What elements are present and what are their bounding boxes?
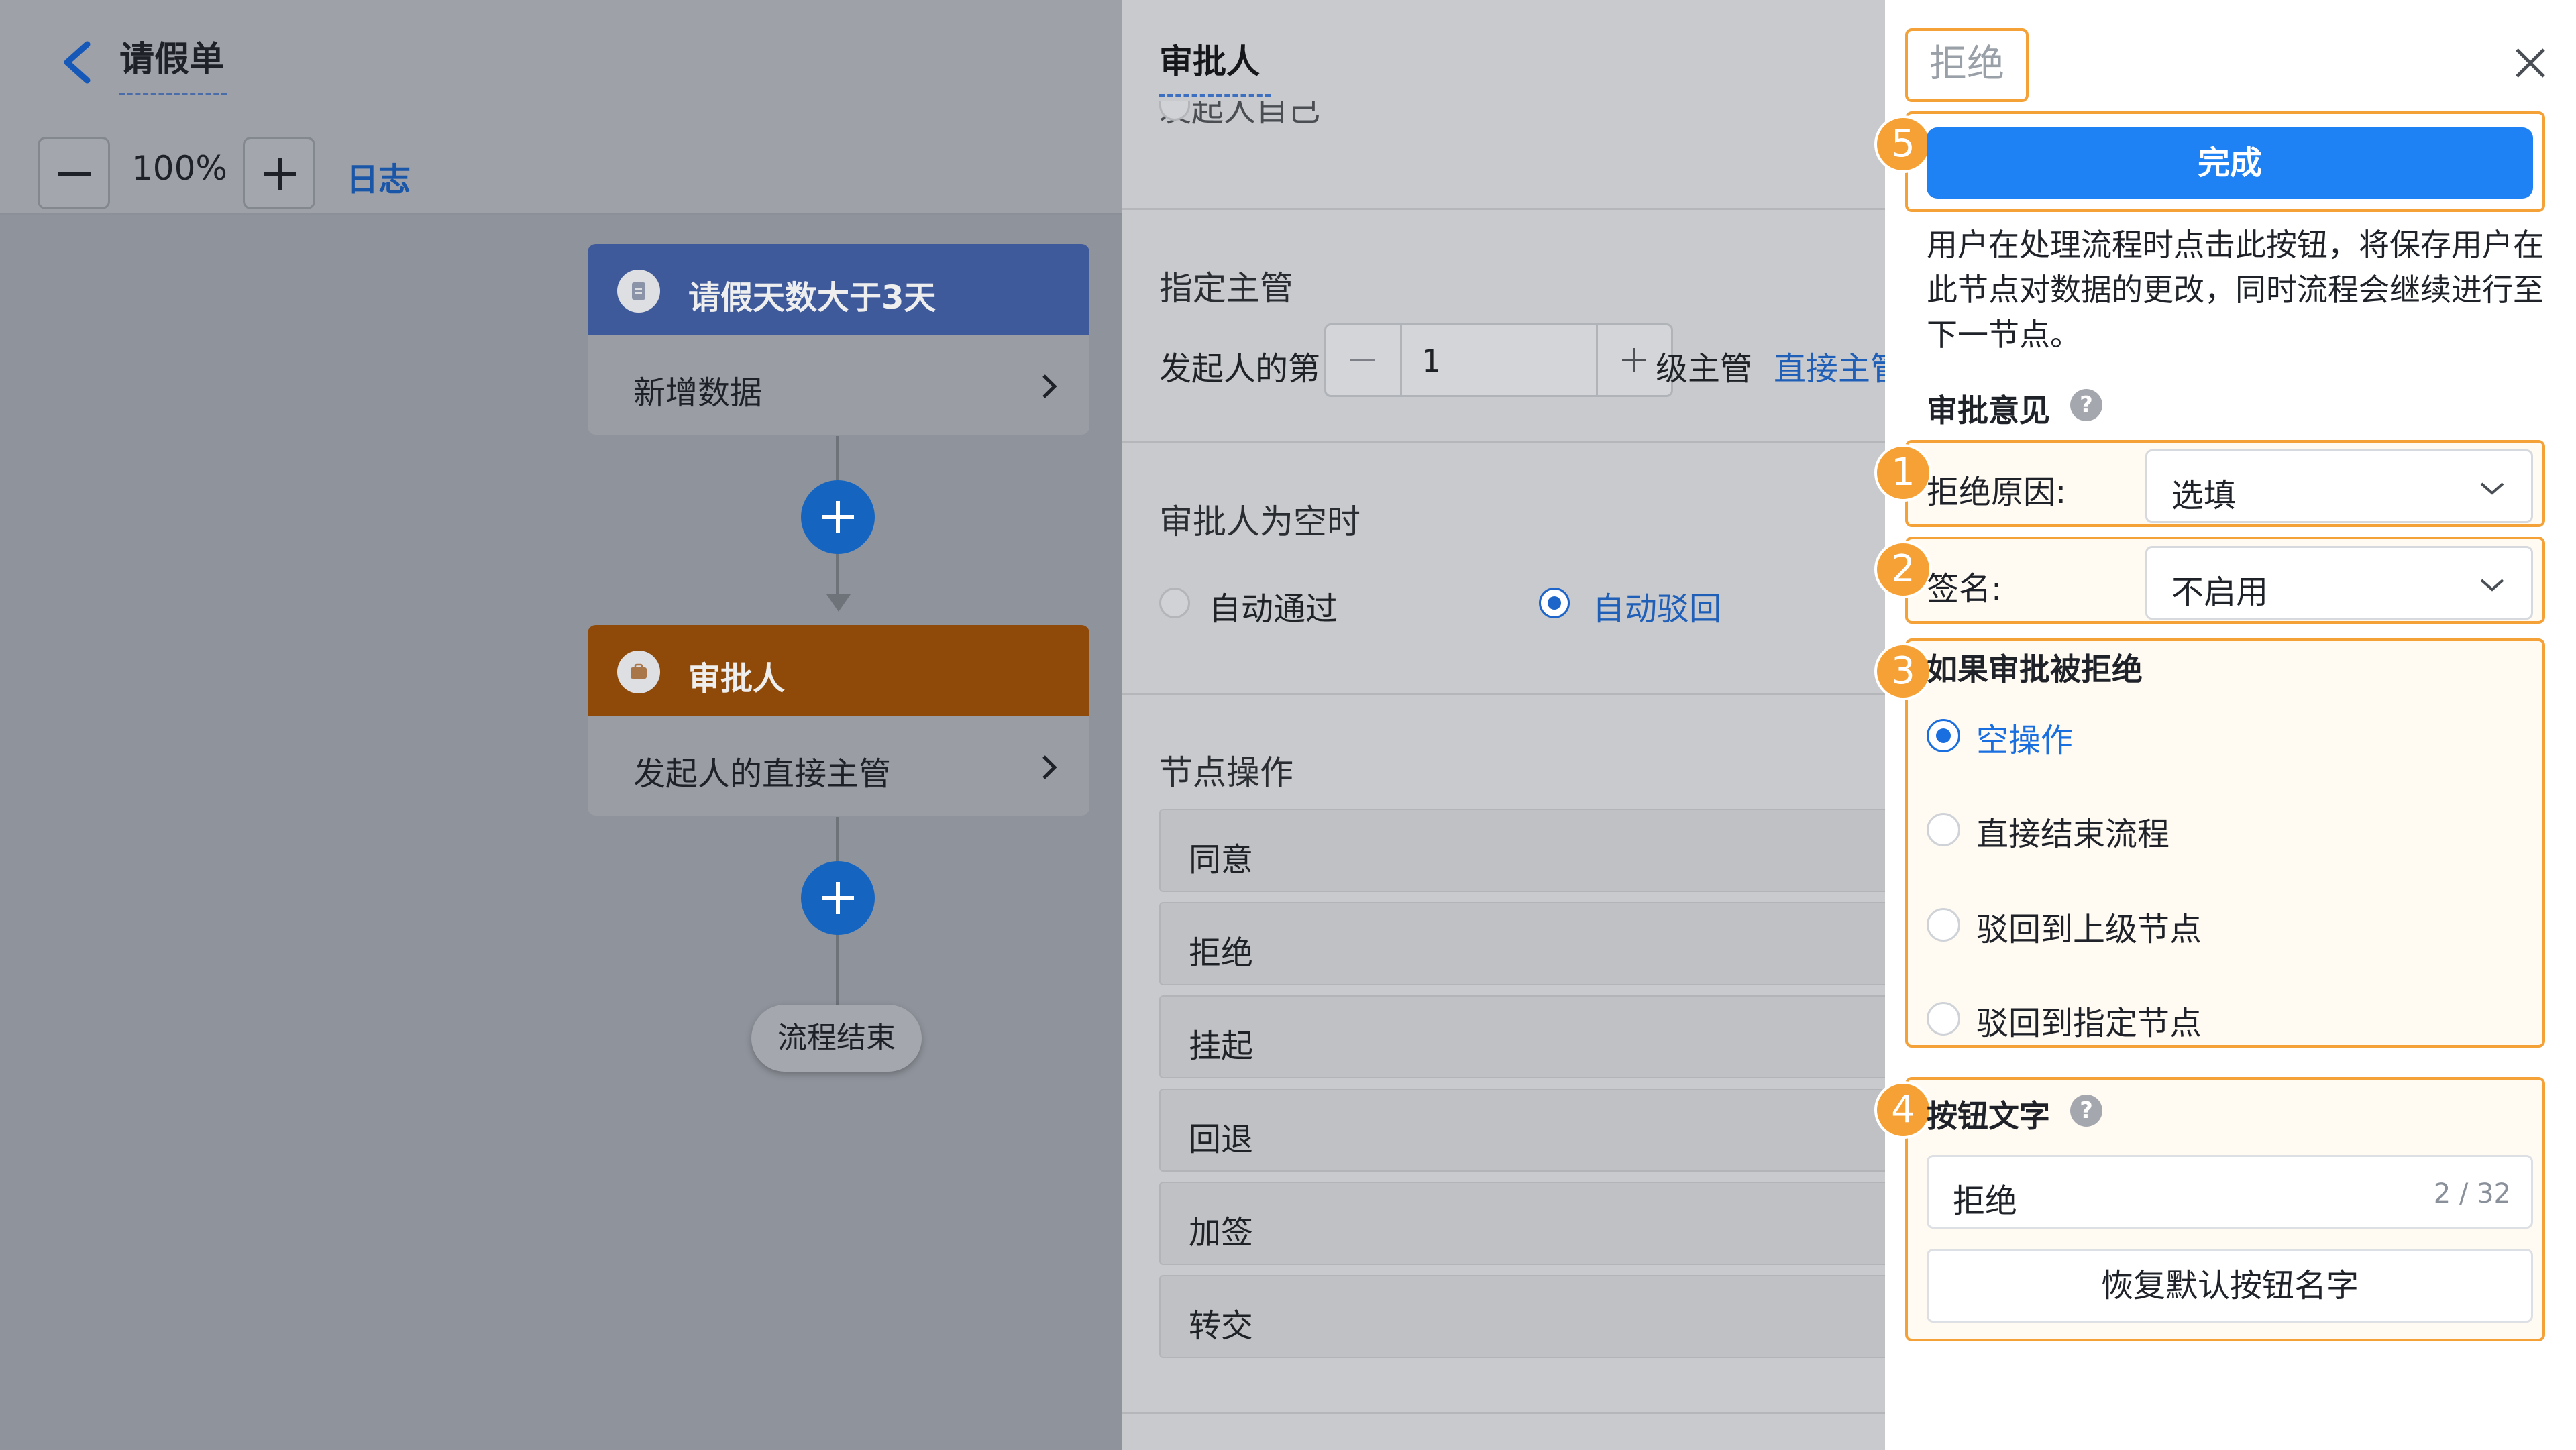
supervisor-prefix: 发起人的第 <box>1159 350 1321 388</box>
help-icon[interactable]: ? <box>2070 1095 2102 1127</box>
radio-end-flow[interactable] <box>1927 813 1960 846</box>
supervisor-suffix: 级主管 <box>1656 350 1753 388</box>
button-text-input[interactable]: 拒绝 2 / 32 <box>1927 1155 2533 1229</box>
operation-row[interactable]: 挂起 <box>1159 995 1885 1078</box>
stepper-divider <box>1400 325 1402 395</box>
node-body-label: 新增数据 <box>633 374 763 412</box>
flow-node-approver[interactable]: 审批人 发起人的直接主管 <box>588 625 1089 816</box>
arrow-down-icon <box>826 594 851 612</box>
button-text-value: 拒绝 <box>1953 1182 2018 1220</box>
done-description: 用户在处理流程时点击此按钮，将保存用户在此节点对数据的更改，同时流程会继续进行至… <box>1927 227 2544 353</box>
approver-icon <box>617 651 660 693</box>
node-title: 审批人 <box>688 660 786 698</box>
minus-icon <box>1350 359 1375 361</box>
node-body[interactable]: 发起人的直接主管 <box>588 716 1089 816</box>
operation-row[interactable]: 同意 <box>1159 809 1885 892</box>
operation-row[interactable]: 加签 <box>1159 1182 1885 1265</box>
approver-settings-panel: 审批人 发起人自己 指定主管 发起人的第 1 级主管 直接主管 审批人为空时 自… <box>1122 0 1885 1450</box>
radio-no-op[interactable] <box>1927 719 1960 752</box>
zoom-out-button[interactable] <box>38 137 110 209</box>
section-ops-title: 节点操作 <box>1159 753 1293 792</box>
char-count: 2 / 32 <box>2433 1178 2511 1209</box>
chevron-right-icon <box>1042 374 1057 398</box>
step-badge-1: 1 <box>1874 444 1932 502</box>
panel-title: 审批人 <box>1159 42 1260 81</box>
signature-select[interactable]: 不启用 <box>2145 546 2533 620</box>
plus-icon <box>822 501 854 533</box>
reject-reason-label: 拒绝原因: <box>1927 473 2067 511</box>
signature-value: 不启用 <box>2171 573 2269 611</box>
section-empty-title: 审批人为空时 <box>1159 502 1360 541</box>
step-badge-3: 3 <box>1874 643 1932 700</box>
node-header: 请假天数大于3天 <box>588 244 1089 335</box>
reject-reason-value: 选填 <box>2171 477 2237 514</box>
step-badge-4: 4 <box>1874 1081 1932 1139</box>
chevron-right-icon <box>1042 755 1057 779</box>
section-supervisor-title: 指定主管 <box>1159 269 1293 308</box>
zoom-level: 100% <box>131 149 227 188</box>
radio-auto-reject[interactable] <box>1539 588 1570 618</box>
back-arrow-icon[interactable] <box>58 39 98 86</box>
add-node-button[interactable] <box>801 861 875 935</box>
flow-node-condition[interactable]: 请假天数大于3天 新增数据 <box>588 244 1089 435</box>
radio-auto-pass[interactable] <box>1159 588 1190 618</box>
divider <box>1122 441 1885 443</box>
zoom-in-button[interactable] <box>243 137 315 209</box>
page-title: 请假单 <box>119 40 225 80</box>
log-link[interactable]: 日志 <box>346 153 411 200</box>
end-flow-label[interactable]: 直接结束流程 <box>1976 807 2169 854</box>
plus-icon <box>1622 348 1646 372</box>
node-header: 审批人 <box>588 625 1089 716</box>
flow-canvas: 请假单 100% 日志 请假天数大于3天 新增数据 审批人 发起人的直接主管 流… <box>0 0 1122 1450</box>
button-tab-reject[interactable]: 拒绝 <box>1905 28 2029 102</box>
chevron-down-icon <box>2480 579 2504 592</box>
supervisor-level-value[interactable]: 1 <box>1421 343 1441 379</box>
radio-back-to-specified[interactable] <box>1927 1002 1960 1036</box>
radio-back-to-parent[interactable] <box>1927 908 1960 942</box>
signature-label: 签名: <box>1927 570 2002 608</box>
divider <box>1122 693 1885 695</box>
node-body-label: 发起人的直接主管 <box>633 755 892 793</box>
clipped-option: 发起人自己 <box>1159 101 1321 129</box>
if-rejected-label: 如果审批被拒绝 <box>1927 651 2143 687</box>
add-node-button[interactable] <box>801 480 875 554</box>
operation-row[interactable]: 拒绝 <box>1159 902 1885 985</box>
done-button[interactable]: 完成 <box>1927 127 2533 199</box>
header-divider <box>0 213 1122 215</box>
flow-end-node: 流程结束 <box>751 1005 922 1072</box>
node-title: 请假天数大于3天 <box>688 279 936 317</box>
supervisor-level-stepper[interactable]: 1 <box>1324 323 1673 397</box>
divider <box>1122 1412 1885 1414</box>
help-icon[interactable]: ? <box>2070 389 2102 421</box>
reset-button-name-button[interactable]: 恢复默认按钮名字 <box>1927 1249 2533 1323</box>
plus-icon <box>822 882 854 914</box>
reject-button-settings-panel: 拒绝 5 完成 用户在处理流程时点击此按钮，将保存用户在此节点对数据的更改，同时… <box>1874 0 2576 1450</box>
back-to-parent-label[interactable]: 驳回到上级节点 <box>1976 903 2202 950</box>
direct-supervisor-link[interactable]: 直接主管 <box>1774 342 1885 389</box>
minus-icon <box>58 172 91 176</box>
opinion-label: 审批意见 <box>1927 392 2050 429</box>
document-icon <box>617 270 660 313</box>
step-badge-5: 5 <box>1874 115 1932 173</box>
auto-pass-label[interactable]: 自动通过 <box>1209 582 1338 629</box>
button-text-label: 按钮文字 <box>1927 1098 2050 1134</box>
auto-reject-label[interactable]: 自动驳回 <box>1593 582 1721 629</box>
operation-row[interactable]: 回退 <box>1159 1089 1885 1172</box>
operation-row[interactable]: 转交 <box>1159 1275 1885 1358</box>
close-icon[interactable] <box>2512 44 2549 82</box>
decrement-button[interactable] <box>1326 325 1400 395</box>
chevron-down-icon <box>2480 482 2504 495</box>
title-underline <box>1159 94 1271 97</box>
title-underline <box>119 93 227 95</box>
reject-reason-select[interactable]: 选填 <box>2145 449 2533 523</box>
node-body[interactable]: 新增数据 <box>588 335 1089 435</box>
plus-icon <box>264 158 296 190</box>
divider <box>1122 208 1885 210</box>
back-to-specified-label[interactable]: 驳回到指定节点 <box>1976 997 2202 1044</box>
no-op-label[interactable]: 空操作 <box>1976 714 2073 761</box>
step-badge-2: 2 <box>1874 541 1932 598</box>
